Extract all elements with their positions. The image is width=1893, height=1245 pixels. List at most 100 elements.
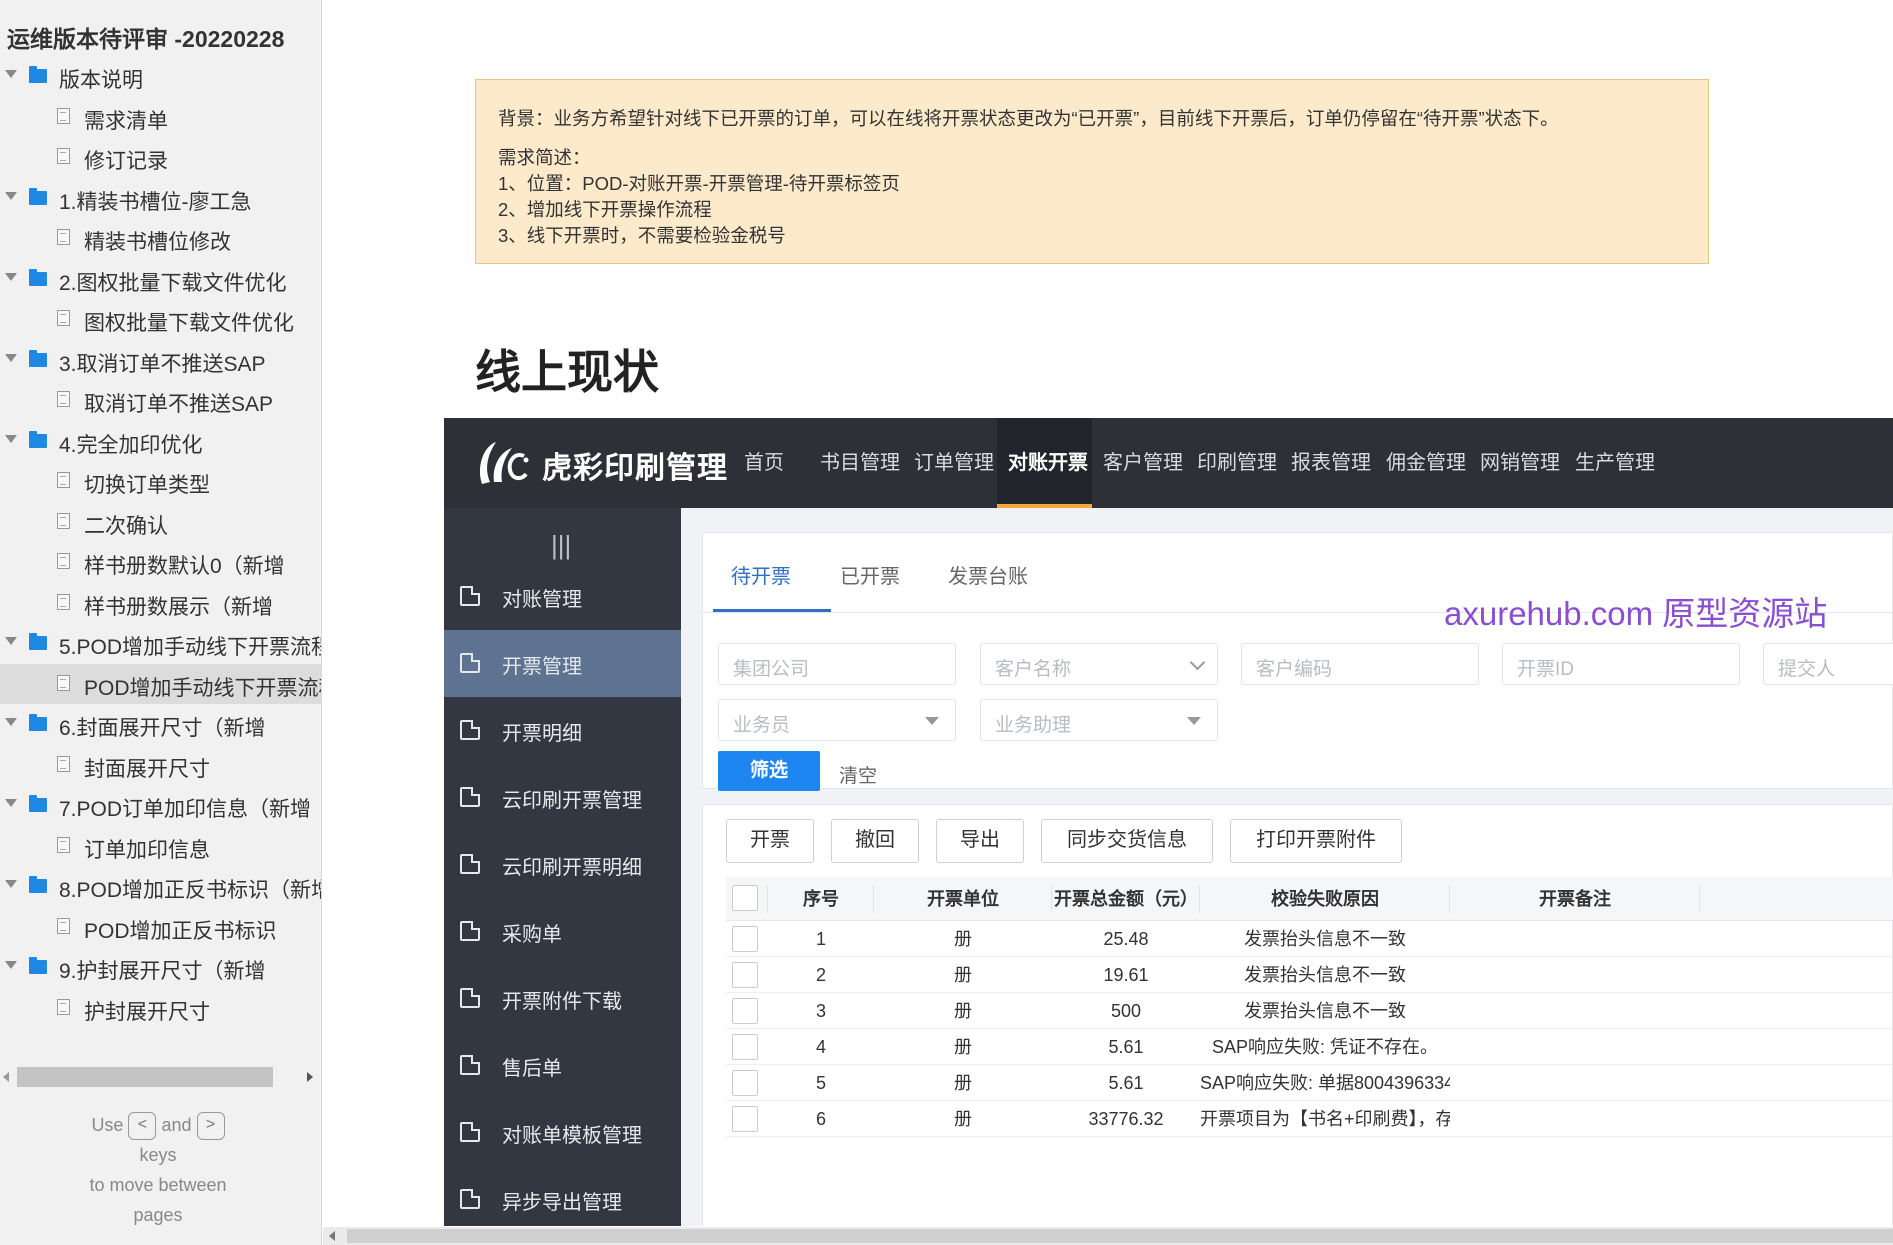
side-menu-purchase-orders[interactable]: 采购单 xyxy=(444,898,681,965)
side-menu-after-sales[interactable]: 售后单 xyxy=(444,1032,681,1099)
tree-page[interactable]: POD增加正反书标识 xyxy=(0,907,321,948)
side-menu-cloud-invoice-management[interactable]: 云印刷开票管理 xyxy=(444,764,681,831)
top-nav-home[interactable]: 首页 xyxy=(744,418,810,508)
expand-arrow-icon[interactable] xyxy=(5,191,17,200)
cell-amount: 25.48 xyxy=(1103,929,1149,949)
tree-folder[interactable]: 版本说明 xyxy=(0,56,321,97)
tree-folder[interactable]: 2.图权批量下载文件优化 xyxy=(0,259,321,300)
tree-page[interactable]: 样书册数默认0（新增 xyxy=(0,542,321,583)
table-row[interactable]: 4 册 5.61 SAP响应失败: 凭证不存在。 xyxy=(726,1029,1893,1065)
expand-arrow-icon[interactable] xyxy=(5,961,17,969)
tree-item-label: 需求清单 xyxy=(84,109,168,133)
select-all-cell xyxy=(726,877,768,921)
page-horizontal-scrollbar[interactable] xyxy=(323,1227,1893,1245)
expand-arrow-icon[interactable] xyxy=(5,353,17,362)
tab-invoice-ledger[interactable]: 发票台账 xyxy=(948,560,1028,589)
scroll-left-arrow-icon[interactable] xyxy=(329,1231,335,1241)
row-checkbox[interactable] xyxy=(732,1106,758,1132)
tree-page[interactable]: POD增加手动线下开票流程 xyxy=(0,663,321,704)
table-row[interactable]: 2 册 19.61 发票抬头信息不一致 xyxy=(726,957,1893,993)
tree-page[interactable]: 订单加印信息 xyxy=(0,826,321,867)
expand-arrow-icon[interactable] xyxy=(5,718,17,726)
tree-folder[interactable]: 5.POD增加手动线下开票流程 xyxy=(0,623,321,664)
row-checkbox[interactable] xyxy=(732,962,758,988)
clear-button[interactable]: 清空 xyxy=(839,761,877,788)
tree-page[interactable]: 护封展开尺寸 xyxy=(0,988,321,1029)
tree-page[interactable]: 样书册数展示（新增 xyxy=(0,583,321,624)
export-button[interactable]: 导出 xyxy=(936,819,1024,863)
side-menu-attachment-download[interactable]: 开票附件下载 xyxy=(444,965,681,1032)
expand-arrow-icon[interactable] xyxy=(5,272,17,281)
tree-page[interactable]: 取消订单不推送SAP xyxy=(0,380,321,421)
scroll-left-arrow-icon[interactable] xyxy=(3,1072,9,1082)
top-nav-reconciliation-invoicing[interactable]: 对账开票 xyxy=(997,418,1092,508)
sales-assistant-select[interactable]: 业务助理 xyxy=(980,699,1218,741)
row-checkbox[interactable] xyxy=(732,1034,758,1060)
tree-folder[interactable]: 8.POD增加正反书标识（新增 xyxy=(0,866,321,907)
table-row[interactable]: 6 册 33776.32 开票项目为【书名+印刷费】，存... xyxy=(726,1101,1893,1137)
top-nav-customers[interactable]: 客户管理 xyxy=(1103,418,1191,508)
side-menu-cloud-invoice-detail[interactable]: 云印刷开票明细 xyxy=(444,831,681,898)
top-nav-reports[interactable]: 报表管理 xyxy=(1291,418,1379,508)
top-nav-catalog[interactable]: 书目管理 xyxy=(820,418,908,508)
scrollbar-thumb[interactable] xyxy=(347,1229,1893,1243)
expand-arrow-icon[interactable] xyxy=(5,637,17,645)
top-nav-printing[interactable]: 印刷管理 xyxy=(1197,418,1285,508)
tree-page[interactable]: 精装书槽位修改 xyxy=(0,218,321,259)
tree-page[interactable]: 封面展开尺寸 xyxy=(0,745,321,786)
top-nav-commission[interactable]: 佣金管理 xyxy=(1386,418,1474,508)
folder-icon xyxy=(29,795,47,812)
tab-invoiced[interactable]: 已开票 xyxy=(840,560,900,589)
tab-pending-invoice[interactable]: 待开票 xyxy=(731,560,791,589)
top-nav-online-sales[interactable]: 网销管理 xyxy=(1480,418,1568,508)
salesperson-select[interactable]: 业务员 xyxy=(718,699,956,741)
print-attachment-button[interactable]: 打印开票附件 xyxy=(1230,819,1402,863)
cell-unit: 册 xyxy=(954,1037,972,1057)
row-checkbox[interactable] xyxy=(732,1070,758,1096)
side-menu-invoice-detail[interactable]: 开票明细 xyxy=(444,697,681,764)
top-nav-production[interactable]: 生产管理 xyxy=(1575,418,1663,508)
tree-page[interactable]: 修订记录 xyxy=(0,137,321,178)
side-menu-invoice-management[interactable]: 开票管理 xyxy=(444,630,681,697)
table-row[interactable]: 5 册 5.61 SAP响应失败: 单据8004396334... xyxy=(726,1065,1893,1101)
tree-folder[interactable]: 4.完全加印优化 xyxy=(0,421,321,462)
submitter-input[interactable]: 提交人 xyxy=(1763,643,1893,685)
row-checkbox[interactable] xyxy=(732,926,758,952)
tree-folder[interactable]: 9.护封展开尺寸（新增 xyxy=(0,947,321,988)
group-company-input[interactable]: 集团公司 xyxy=(718,643,956,685)
tree-folder[interactable]: 6.封面展开尺寸（新增 xyxy=(0,704,321,745)
invoice-id-input[interactable]: 开票ID xyxy=(1502,643,1740,685)
cell-unit: 册 xyxy=(954,965,972,985)
tree-page[interactable]: 图权批量下载文件优化 xyxy=(0,299,321,340)
folder-icon xyxy=(29,66,47,83)
row-checkbox[interactable] xyxy=(732,998,758,1024)
customer-name-select[interactable]: 客户名称 xyxy=(980,643,1218,685)
scrollbar-thumb[interactable] xyxy=(17,1067,273,1087)
expand-arrow-icon[interactable] xyxy=(5,799,17,807)
side-menu-reconciliation[interactable]: 对账管理 xyxy=(444,563,681,630)
tree-page[interactable]: 需求清单 xyxy=(0,97,321,138)
expand-arrow-icon[interactable] xyxy=(5,880,17,888)
tree-page[interactable]: 切换订单类型 xyxy=(0,461,321,502)
expand-arrow-icon[interactable] xyxy=(5,70,17,78)
withdraw-button[interactable]: 撤回 xyxy=(831,819,919,863)
table-row[interactable]: 3 册 500 发票抬头信息不一致 xyxy=(726,993,1893,1029)
table-row[interactable]: 1 册 25.48 发票抬头信息不一致 xyxy=(726,921,1893,957)
customer-code-input[interactable]: 客户编码 xyxy=(1241,643,1479,685)
tree-folder[interactable]: 3.取消订单不推送SAP xyxy=(0,340,321,381)
tree-folder[interactable]: 7.POD订单加印信息（新增 xyxy=(0,785,321,826)
sidebar-horizontal-scrollbar[interactable] xyxy=(0,1066,321,1088)
top-nav-orders[interactable]: 订单管理 xyxy=(914,418,1002,508)
scroll-right-arrow-icon[interactable] xyxy=(307,1072,313,1082)
sync-delivery-button[interactable]: 同步交货信息 xyxy=(1041,819,1213,863)
side-menu-statement-templates[interactable]: 对账单模板管理 xyxy=(444,1099,681,1166)
expand-arrow-icon[interactable] xyxy=(5,434,17,443)
side-menu-async-export[interactable]: 异步导出管理 xyxy=(444,1166,681,1226)
tree-folder[interactable]: 1.精装书槽位-廖工急 xyxy=(0,178,321,219)
menu-collapse-icon[interactable]: ||| xyxy=(551,530,571,561)
tree-page[interactable]: 二次确认 xyxy=(0,502,321,543)
filter-button[interactable]: 筛选 xyxy=(718,751,820,791)
page-icon xyxy=(57,229,70,245)
invoice-button[interactable]: 开票 xyxy=(726,819,814,863)
select-all-checkbox[interactable] xyxy=(732,885,758,911)
